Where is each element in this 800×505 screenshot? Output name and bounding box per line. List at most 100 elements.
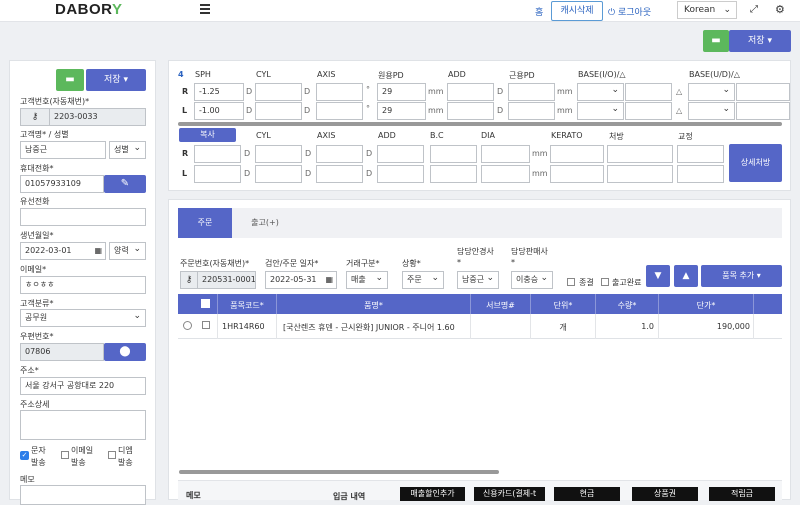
cash-button[interactable]: 현금: [554, 487, 620, 501]
tab-release[interactable]: 출고(+): [233, 208, 297, 238]
header-sph: SPH: [195, 70, 211, 79]
email-send-checkbox[interactable]: [61, 451, 69, 459]
cl-r-dia-field[interactable]: [481, 145, 530, 163]
cl-l-bc-field[interactable]: [430, 165, 477, 183]
order-date-field[interactable]: 2022-05-31 ▦: [265, 271, 337, 289]
move-down-button[interactable]: ▼: [646, 265, 670, 287]
l-base-io-select[interactable]: [577, 101, 624, 120]
category-select[interactable]: 공무원: [20, 308, 146, 327]
customer-save-button[interactable]: 저장 ▾: [86, 69, 146, 91]
r-sph-field[interactable]: -1.25: [194, 83, 244, 101]
r-far-pd-field[interactable]: 29: [377, 83, 426, 101]
save-dropdown-button[interactable]: 저장 ▾: [729, 30, 791, 52]
logo[interactable]: DABORY: [55, 1, 122, 18]
r-base-io-select[interactable]: [577, 82, 624, 101]
address-detail-field[interactable]: [20, 410, 146, 440]
key-icon[interactable]: ⚷: [180, 271, 198, 289]
logout-link[interactable]: ⏻ 로그아웃: [608, 5, 651, 18]
memo-field[interactable]: [20, 485, 146, 505]
status-select[interactable]: 주문: [402, 270, 444, 289]
address-field[interactable]: 서울 강서구 공항대로 220: [20, 377, 146, 395]
fullscreen-icon[interactable]: ⤢: [750, 4, 758, 15]
row-checkbox[interactable]: [202, 321, 210, 329]
l-add-field[interactable]: [447, 102, 494, 120]
l-sph-field[interactable]: -1.00: [194, 102, 244, 120]
sms-checkbox[interactable]: ✓: [20, 451, 29, 460]
gear-icon[interactable]: ⚙: [775, 3, 785, 16]
cl-l-correction-field[interactable]: [677, 165, 724, 183]
r-base-ud-value[interactable]: [736, 83, 790, 101]
birth-field[interactable]: 2022-03-01 ▦: [20, 242, 106, 260]
cl-l-cyl-field[interactable]: [255, 165, 302, 183]
menu-icon[interactable]: [200, 4, 210, 14]
l-cyl-field[interactable]: [255, 102, 302, 120]
optician-select[interactable]: 남중근: [457, 270, 499, 289]
move-up-button[interactable]: ▲: [674, 265, 698, 287]
l-near-pd-field[interactable]: [508, 102, 555, 120]
cl-r-add-field[interactable]: [377, 145, 424, 163]
points-button[interactable]: 적립금: [709, 487, 775, 501]
table-scrollbar[interactable]: [179, 470, 499, 474]
cl-r-cyl-field[interactable]: [255, 145, 302, 163]
power-icon: ⏻: [608, 8, 618, 18]
detail-prescription-button[interactable]: 상세처방: [729, 144, 782, 182]
l-base-io-value[interactable]: [625, 102, 672, 120]
sms-compose-button[interactable]: ✎: [104, 175, 146, 193]
cl-r-sph-field[interactable]: [194, 145, 241, 163]
cl-l-prescription-field[interactable]: [607, 165, 673, 183]
r-base-io-value[interactable]: [625, 83, 672, 101]
r-base-ud-select[interactable]: [688, 82, 735, 101]
sales-discount-button[interactable]: 매출할인추가: [400, 487, 465, 501]
optician-required-mark: *: [457, 258, 461, 267]
cl-l-add-field[interactable]: [377, 165, 424, 183]
gift-card-button[interactable]: 상품권: [632, 487, 698, 501]
r-near-pd-field[interactable]: [508, 83, 555, 101]
cl-l-kerato-field[interactable]: [550, 165, 604, 183]
name-field[interactable]: 남중근: [20, 141, 106, 159]
select-all-checkbox[interactable]: [201, 299, 210, 308]
trade-type-select[interactable]: 매출: [346, 270, 388, 289]
row-radio[interactable]: [183, 321, 192, 330]
unit-d: D: [305, 149, 312, 158]
add-item-button[interactable]: 품목 추가 ▾: [701, 265, 782, 287]
r-cyl-field[interactable]: [255, 83, 302, 101]
unit-d: D: [366, 149, 373, 158]
r-add-field[interactable]: [447, 83, 494, 101]
cl-r-prescription-field[interactable]: [607, 145, 673, 163]
key-icon[interactable]: ⚷: [20, 108, 50, 126]
home-link[interactable]: 홈: [535, 5, 543, 18]
cl-r-bc-field[interactable]: [430, 145, 477, 163]
release-done-checkbox[interactable]: [601, 278, 609, 286]
l-axis-field[interactable]: [316, 102, 363, 120]
credit-card-button[interactable]: 신용카드(결제-t: [474, 487, 545, 501]
memo-label: 메모: [20, 475, 35, 484]
r-axis-field[interactable]: [316, 83, 363, 101]
row-item-code: 1HR14R60: [222, 322, 265, 331]
landline-field[interactable]: [20, 208, 146, 226]
close-checkbox[interactable]: [567, 278, 575, 286]
calendar-type-select[interactable]: 양력: [109, 241, 146, 260]
order-no-label: 주문번호(자동채번)*: [180, 259, 250, 268]
email-field[interactable]: ㅎㅇㅎㅎ: [20, 276, 146, 294]
folder-button[interactable]: ▬: [703, 30, 729, 52]
cl-r-correction-field[interactable]: [677, 145, 724, 163]
gender-select[interactable]: 성별: [109, 140, 146, 159]
tab-order[interactable]: 주문: [178, 208, 232, 238]
cl-r-axis-field[interactable]: [316, 145, 363, 163]
dm-send-checkbox[interactable]: [108, 451, 116, 459]
cl-l-sph-field[interactable]: [194, 165, 241, 183]
copy-button[interactable]: 복사: [179, 128, 236, 142]
address-search-button[interactable]: ⬤: [104, 343, 146, 361]
l-far-pd-field[interactable]: 29: [377, 102, 426, 120]
cl-l-axis-field[interactable]: [316, 165, 363, 183]
language-select[interactable]: Korean ⌄: [677, 1, 737, 19]
mobile-field[interactable]: 01057933109: [20, 175, 104, 193]
seller-select[interactable]: 이충승: [511, 270, 553, 289]
cl-l-dia-field[interactable]: [481, 165, 530, 183]
horizontal-scrollbar[interactable]: [178, 122, 782, 126]
clear-cache-button[interactable]: 캐시삭제: [551, 1, 603, 21]
l-base-ud-value[interactable]: [736, 102, 790, 120]
l-base-ud-select[interactable]: [688, 101, 735, 120]
cl-r-kerato-field[interactable]: [550, 145, 604, 163]
customer-folder-button[interactable]: ▬: [56, 69, 84, 91]
